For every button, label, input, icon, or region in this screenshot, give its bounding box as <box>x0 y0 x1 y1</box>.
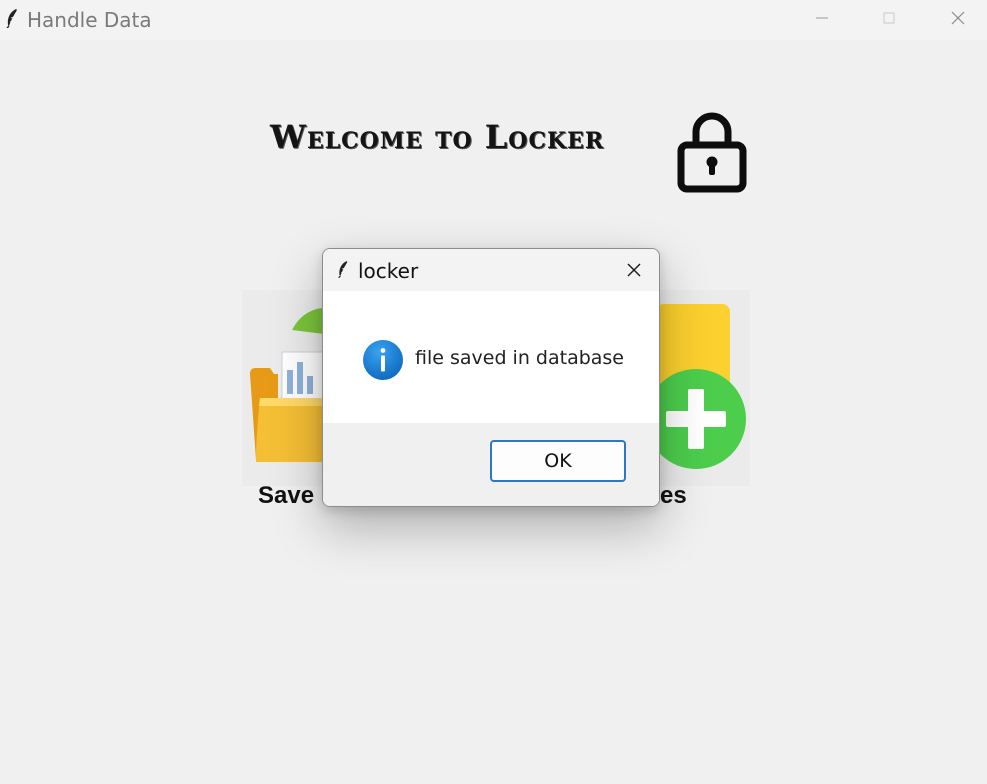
add-tile[interactable] <box>646 290 750 486</box>
dialog-titlebar[interactable]: locker <box>323 249 659 291</box>
dialog-body: file saved in database <box>323 291 659 423</box>
info-icon <box>363 340 403 380</box>
welcome-heading: Welcome to Locker <box>270 118 605 156</box>
close-icon <box>951 11 965 25</box>
dialog-message: file saved in database <box>415 347 624 369</box>
message-dialog: locker file saved in database OK <box>322 248 660 507</box>
lock-icon <box>677 112 747 193</box>
save-tile-label[interactable]: Save <box>258 482 314 510</box>
close-icon <box>627 263 641 277</box>
minimize-button[interactable] <box>799 0 845 36</box>
ok-button[interactable]: OK <box>490 440 626 482</box>
dialog-title: locker <box>358 259 419 283</box>
maximize-icon <box>883 12 895 24</box>
add-file-icon <box>646 304 746 469</box>
dialog-close-button[interactable] <box>621 257 647 283</box>
close-button[interactable] <box>935 0 981 36</box>
folder-icon <box>250 308 327 462</box>
window-titlebar[interactable]: Handle Data <box>0 0 987 40</box>
feather-icon <box>6 9 17 28</box>
minimize-icon <box>816 17 828 19</box>
add-tile-label[interactable]: es <box>660 482 687 510</box>
save-tile[interactable] <box>242 290 327 486</box>
maximize-button[interactable] <box>866 0 912 36</box>
window-title: Handle Data <box>27 8 152 32</box>
main-window: Handle Data Welcome to Locker Save es lo… <box>0 0 987 784</box>
dialog-footer: OK <box>323 423 659 506</box>
feather-icon <box>338 261 348 278</box>
